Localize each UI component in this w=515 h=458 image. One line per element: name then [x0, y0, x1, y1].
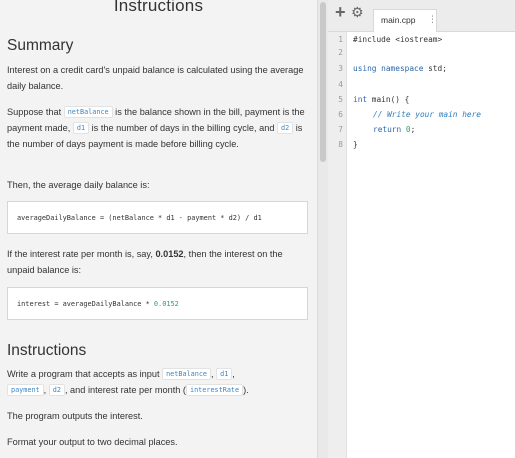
vars-text-3: is the number of days in the billing cyc…	[89, 123, 278, 134]
tab-label: main.cpp	[381, 15, 416, 25]
sep-3: ,	[43, 385, 49, 396]
scrollbar-thumb[interactable]	[320, 2, 326, 162]
code-input-payment: payment	[7, 384, 44, 397]
keyword-return: return	[373, 125, 402, 134]
interest-code-block: interest = averageDailyBalance * 0.0152	[7, 287, 308, 320]
interest-number: 0.0152	[153, 299, 179, 308]
rate-value: 0.0152	[155, 249, 184, 259]
line-number: 1	[338, 35, 343, 44]
line-number: 3	[338, 64, 343, 73]
code-line-5: int main() {	[353, 95, 409, 104]
write-text-1: Write a program that accepts as input	[7, 369, 163, 379]
line-number: 5	[338, 95, 343, 104]
sep-2: ,	[232, 369, 235, 379]
line-number: 7	[338, 125, 343, 134]
write-program-paragraph: Write a program that accepts as input ne…	[7, 366, 310, 398]
code-line-6: // Write your main here	[373, 110, 481, 119]
instructions-heading: Instructions	[7, 342, 87, 359]
keyword-int: int	[353, 95, 368, 104]
code-text: ;	[410, 125, 416, 134]
instructions-panel: Instructions Summary Interest on a credi…	[0, 0, 317, 458]
code-d1: d1	[72, 122, 90, 135]
formula-code-block: averageDailyBalance = (netBalance * d1 -…	[7, 201, 308, 234]
write-text-3: ).	[243, 385, 249, 396]
interest-rate-paragraph: If the interest rate per month is, say, …	[7, 246, 310, 278]
code-line-7: return 0;	[373, 125, 415, 134]
line-number: 6	[338, 110, 343, 119]
code-line-3: using namespace std;	[353, 64, 447, 73]
line-number: 2	[338, 48, 343, 57]
settings-gear-icon[interactable]: ⚙	[351, 3, 367, 21]
code-netBalance: netBalance	[63, 106, 113, 118]
code-input-d1: d1	[216, 368, 233, 380]
code-text: std;	[423, 64, 447, 73]
line-number-gutter: 1 2 3 4 5 6 7 8	[328, 32, 347, 458]
code-line-8: }	[353, 140, 358, 149]
then-text: Then, the average daily balance is:	[7, 180, 150, 190]
add-file-icon[interactable]: +	[335, 3, 349, 21]
code-line-1: #include <iostream>	[353, 35, 443, 44]
summary-intro: Interest on a credit card's unpaid balan…	[7, 65, 304, 92]
vertical-dots-icon[interactable]: ⋮	[428, 15, 437, 24]
keyword-using: using namespace	[353, 64, 424, 73]
vars-text-1: Suppose that	[7, 107, 64, 117]
code-editor[interactable]: #include <iostream> using namespace std;…	[347, 32, 515, 458]
variables-paragraph: Suppose that netBalance is the balance s…	[7, 104, 310, 153]
code-input-netBalance: netBalance	[162, 368, 211, 380]
code-text: main() {	[367, 95, 410, 104]
format-text: Format your output to two decimal places…	[7, 437, 178, 447]
code-d2: d2	[277, 122, 294, 135]
interest-formula: interest = averageDailyBalance *	[17, 299, 154, 308]
rate-text-1: If the interest rate per month is, say,	[7, 249, 156, 259]
code-input-interestRate: interestRate	[185, 384, 244, 397]
tab-main-cpp[interactable]: main.cpp ⋮	[373, 9, 437, 32]
line-number: 8	[338, 140, 343, 149]
panel-title: Instructions	[113, 0, 204, 15]
summary-heading: Summary	[7, 37, 74, 54]
write-text-2: , and interest rate per month (	[64, 385, 186, 396]
outputs-text: The program outputs the interest.	[7, 411, 143, 421]
code-input-d2: d2	[48, 384, 65, 397]
line-number: 4	[338, 80, 343, 89]
code-comment: // Write your main here	[373, 110, 481, 119]
